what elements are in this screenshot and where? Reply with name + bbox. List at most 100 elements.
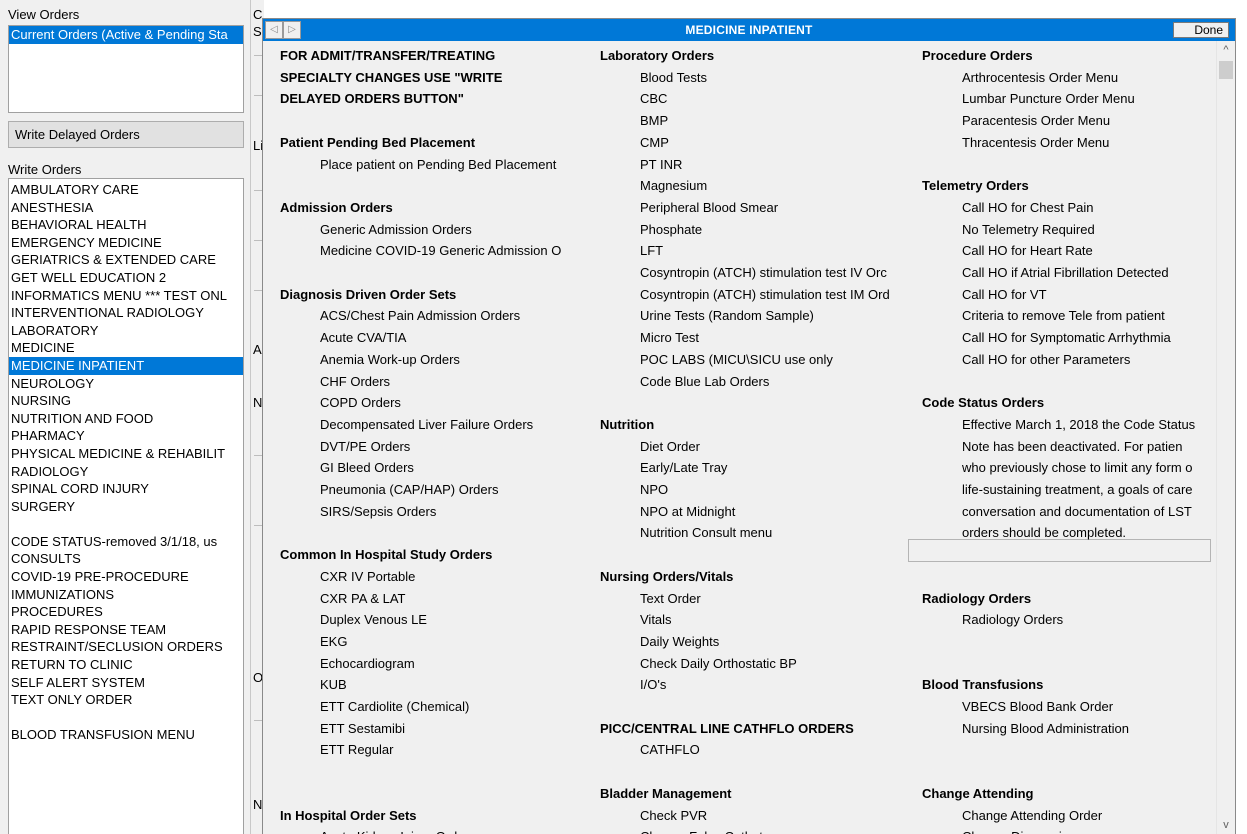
write-orders-item[interactable]: SPINAL CORD INJURY — [9, 480, 243, 498]
write-orders-item[interactable]: RADIOLOGY — [9, 463, 243, 481]
write-orders-item[interactable]: GET WELL EDUCATION 2 — [9, 269, 243, 287]
write-orders-item[interactable]: PHARMACY — [9, 427, 243, 445]
menu-order-item[interactable]: Change Attending Order — [922, 808, 1102, 824]
menu-order-item[interactable]: COPD Orders — [280, 395, 401, 411]
menu-order-item[interactable]: Vitals — [600, 612, 672, 628]
menu-order-item[interactable]: I/O's — [600, 677, 666, 693]
menu-order-item[interactable]: CXR IV Portable — [280, 569, 415, 585]
menu-order-item[interactable]: Acute Kidney Injury Orders — [280, 829, 475, 834]
menu-order-item[interactable]: Anemia Work-up Orders — [280, 352, 460, 368]
menu-order-item[interactable]: CXR PA & LAT — [280, 591, 406, 607]
scroll-down-arrow-icon[interactable]: v — [1217, 816, 1235, 834]
menu-order-item[interactable]: Criteria to remove Tele from patient — [922, 308, 1165, 324]
write-orders-item[interactable]: MEDICINE — [9, 339, 243, 357]
menu-order-item[interactable]: Generic Admission Orders — [280, 222, 472, 238]
menu-order-item[interactable]: ETT Regular — [280, 742, 393, 758]
write-orders-item[interactable]: BLOOD TRANSFUSION MENU — [9, 726, 243, 744]
menu-order-item[interactable]: Check PVR — [600, 808, 707, 824]
scroll-thumb[interactable] — [1219, 61, 1233, 79]
write-orders-item[interactable]: NUTRITION AND FOOD — [9, 410, 243, 428]
menu-order-item[interactable]: CMP — [600, 135, 669, 151]
menu-order-item[interactable]: Daily Weights — [600, 634, 719, 650]
menu-order-item[interactable]: Place patient on Pending Bed Placement — [280, 157, 556, 173]
write-orders-item[interactable]: RAPID RESPONSE TEAM — [9, 621, 243, 639]
menu-order-item[interactable]: Arthrocentesis Order Menu — [922, 70, 1118, 86]
menu-order-item[interactable]: CBC — [600, 91, 667, 107]
menu-order-item[interactable]: VBECS Blood Bank Order — [922, 699, 1113, 715]
menu-order-item[interactable]: Note has been deactivated. For patien — [922, 439, 1182, 455]
view-orders-selected-item[interactable]: Current Orders (Active & Pending Sta — [9, 26, 243, 44]
view-orders-list[interactable]: Current Orders (Active & Pending Sta — [8, 25, 244, 113]
menu-order-item[interactable]: Code Blue Lab Orders — [600, 374, 769, 390]
write-orders-list[interactable]: AMBULATORY CARE ANESTHESIA BEHAVIORAL HEAL… — [8, 178, 244, 834]
write-orders-item[interactable]: INTERVENTIONAL RADIOLOGY — [9, 304, 243, 322]
write-orders-item[interactable]: COVID-19 PRE-PROCEDURE — [9, 568, 243, 586]
menu-order-item[interactable]: Early/Late Tray — [600, 460, 727, 476]
menu-order-item[interactable]: BMP — [600, 113, 668, 129]
menu-order-item[interactable]: Magnesium — [600, 178, 707, 194]
menu-order-item[interactable]: Cosyntropin (ATCH) stimulation test IV O… — [600, 265, 887, 281]
menu-order-item[interactable]: ACS/Chest Pain Admission Orders — [280, 308, 520, 324]
menu-order-item[interactable]: KUB — [280, 677, 347, 693]
menu-order-item[interactable]: Radiology Orders — [922, 612, 1063, 628]
menu-order-item[interactable]: Acute CVA/TIA — [280, 330, 406, 346]
menu-order-item[interactable]: orders should be completed. — [922, 525, 1126, 541]
menu-order-item[interactable]: Change Diagnosis — [922, 829, 1068, 834]
vertical-scrollbar[interactable]: ^ v — [1216, 41, 1235, 834]
menu-order-item[interactable]: Diet Order — [600, 439, 700, 455]
menu-order-item[interactable]: Decompensated Liver Failure Orders — [280, 417, 533, 433]
menu-order-item[interactable]: GI Bleed Orders — [280, 460, 414, 476]
menu-order-item[interactable]: life-sustaining treatment, a goals of ca… — [922, 482, 1193, 498]
write-orders-item[interactable]: EMERGENCY MEDICINE — [9, 234, 243, 252]
write-orders-item[interactable]: IMMUNIZATIONS — [9, 586, 243, 604]
write-orders-item[interactable]: RESTRAINT/SECLUSION ORDERS — [9, 638, 243, 656]
menu-order-item[interactable]: Nutrition Consult menu — [600, 525, 772, 541]
write-orders-item[interactable]: TEXT ONLY ORDER — [9, 691, 243, 709]
write-orders-item[interactable]: CODE STATUS-removed 3/1/18, us — [9, 533, 243, 551]
menu-order-item[interactable]: CATHFLO — [600, 742, 700, 758]
menu-order-item[interactable]: Peripheral Blood Smear — [600, 200, 778, 216]
write-orders-item[interactable]: SURGERY — [9, 498, 243, 516]
write-orders-item[interactable]: ANESTHESIA — [9, 199, 243, 217]
back-arrow-icon[interactable]: ◁ — [265, 21, 283, 39]
menu-order-item[interactable]: Change Foley Catheter — [600, 829, 774, 834]
menu-order-item[interactable]: EKG — [280, 634, 347, 650]
menu-order-item[interactable]: SIRS/Sepsis Orders — [280, 504, 436, 520]
menu-order-item[interactable]: Nursing Blood Administration — [922, 721, 1129, 737]
write-orders-item[interactable]: AMBULATORY CARE — [9, 181, 243, 199]
menu-order-item[interactable]: Call HO for Chest Pain — [922, 200, 1094, 216]
menu-order-item[interactable]: Call HO for VT — [922, 287, 1047, 303]
menu-order-item[interactable]: ETT Cardiolite (Chemical) — [280, 699, 469, 715]
menu-order-item[interactable]: Effective March 1, 2018 the Code Status — [922, 417, 1195, 433]
menu-order-item[interactable]: Pneumonia (CAP/HAP) Orders — [280, 482, 498, 498]
write-delayed-orders-button[interactable]: Write Delayed Orders — [8, 121, 244, 148]
menu-order-item[interactable]: Lumbar Puncture Order Menu — [922, 91, 1135, 107]
scroll-up-arrow-icon[interactable]: ^ — [1217, 41, 1235, 59]
menu-order-item[interactable]: No Telemetry Required — [922, 222, 1095, 238]
write-orders-item[interactable]: INFORMATICS MENU *** TEST ONL — [9, 287, 243, 305]
menu-order-item[interactable]: Check Daily Orthostatic BP — [600, 656, 797, 672]
write-orders-item[interactable]: LABORATORY — [9, 322, 243, 340]
write-orders-item[interactable]: PROCEDURES — [9, 603, 243, 621]
menu-order-item[interactable]: Echocardiogram — [280, 656, 415, 672]
menu-order-item[interactable]: Micro Test — [600, 330, 699, 346]
menu-order-item[interactable]: Text Order — [600, 591, 701, 607]
menu-order-item[interactable]: Medicine COVID-19 Generic Admission O — [280, 243, 561, 259]
menu-order-item[interactable]: Call HO for Symptomatic Arrhythmia — [922, 330, 1171, 346]
menu-order-item[interactable]: NPO — [600, 482, 668, 498]
write-orders-item[interactable]: PHYSICAL MEDICINE & REHABILIT — [9, 445, 243, 463]
menu-order-item[interactable]: Call HO for other Parameters — [922, 352, 1130, 368]
menu-order-item[interactable]: LFT — [600, 243, 663, 259]
menu-order-item[interactable]: Call HO for Heart Rate — [922, 243, 1093, 259]
menu-order-item[interactable]: Call HO if Atrial Fibrillation Detected — [922, 265, 1169, 281]
menu-order-item[interactable]: Duplex Venous LE — [280, 612, 427, 628]
menu-order-item[interactable]: DVT/PE Orders — [280, 439, 410, 455]
menu-order-item[interactable]: Blood Tests — [600, 70, 707, 86]
write-orders-item[interactable]: NURSING — [9, 392, 243, 410]
forward-arrow-icon[interactable]: ▷ — [283, 21, 301, 39]
write-orders-item[interactable]: RETURN TO CLINIC — [9, 656, 243, 674]
write-orders-item[interactable]: NEUROLOGY — [9, 375, 243, 393]
write-orders-item[interactable]: SELF ALERT SYSTEM — [9, 674, 243, 692]
done-button[interactable]: Done — [1173, 22, 1229, 38]
menu-order-item[interactable]: Urine Tests (Random Sample) — [600, 308, 814, 324]
